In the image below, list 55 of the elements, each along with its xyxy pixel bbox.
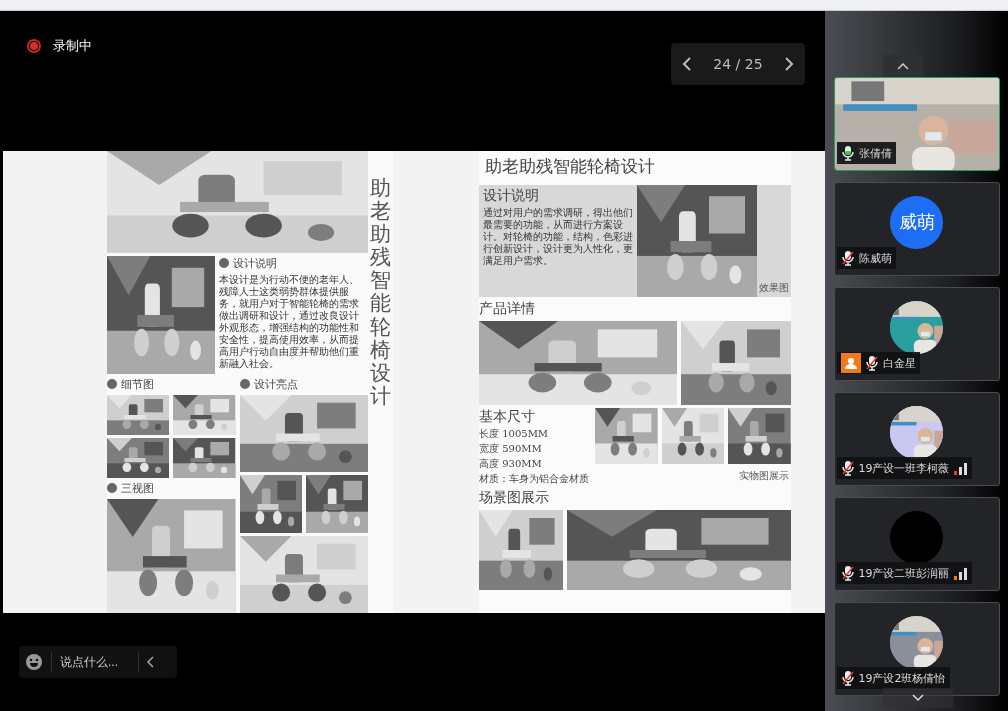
participant-name: 白金星 [882, 355, 916, 371]
participant-name: 陈威萌 [858, 250, 892, 266]
muted-mic-icon [840, 565, 855, 581]
page-indicator: 24 / 25 [713, 56, 763, 72]
recording-status: 录制中 [53, 37, 92, 55]
participant-name: 张倩倩 [858, 145, 892, 161]
previous-page-button[interactable] [681, 57, 692, 71]
image-caption: 实物图展示 [738, 469, 790, 483]
section-heading: 设计说明 [483, 187, 540, 205]
participant-name: 19产设2班杨倩怡 [858, 670, 946, 686]
muted-mic-icon [840, 460, 855, 476]
section-heading: 基本尺寸 [479, 408, 536, 426]
participant-name: 19产设一班李柯薇 [858, 460, 950, 476]
section-heading: 场景图展示 [479, 489, 550, 507]
spec-text: 材质：车身为铝合金材质 [479, 472, 590, 486]
bullet-icon [219, 258, 229, 269]
bullet-icon [239, 379, 250, 390]
muted-mic-icon [840, 670, 855, 686]
scroll-down-button[interactable] [883, 688, 953, 708]
mic-icon [840, 145, 855, 161]
spec-text: 长度 1005MM [479, 427, 550, 441]
spec-text: 高度 930MM [479, 457, 543, 471]
description-text: 通过对用户的需求调研，得出他们最需要的功能，从而进行方案设计。对轮椅的功能，结构，色彩进行创新设计，设计更为人性化，更满足用户需求。 [483, 207, 633, 267]
chevron-up-icon [897, 62, 909, 70]
participant-tile[interactable]: 威萌 陈威萌 [833, 182, 1000, 276]
section-heading: 三视图 [121, 480, 154, 496]
initials-avatar: 威萌 [890, 195, 943, 249]
collapse-button[interactable] [147, 656, 155, 668]
section-heading: 设计亮点 [253, 376, 298, 392]
participant-tile[interactable]: 白金星 [833, 287, 1000, 381]
avatar [890, 510, 943, 564]
signal-icon [953, 566, 968, 580]
spec-text: 宽度 590MM [479, 442, 543, 456]
section-heading: 细节图 [121, 376, 154, 392]
chevron-down-icon [912, 694, 924, 702]
participant-tile[interactable]: 19产设一班李柯薇 [833, 392, 1000, 486]
description-text: 本设计是为行动不便的老年人、残障人士这类弱势群体提供服务，就用户对于智能轮椅的需求做出调研和设计，通过改良设计外观形态，增强结构的功能性和安全性，提高使用效率，从而提高用户行动自由度并帮助他们重新融入社会。 [219, 273, 360, 370]
scroll-up-button[interactable] [883, 55, 923, 77]
emoji-icon[interactable] [25, 653, 43, 671]
muted-mic-icon [840, 250, 855, 266]
bullet-icon [107, 483, 117, 494]
chat-input[interactable]: 说点什么... [60, 655, 130, 669]
section-heading: 设计说明 [233, 255, 277, 271]
bullet-icon [107, 379, 117, 390]
participant-name: 19产设二班彭润丽 [858, 565, 950, 581]
next-page-button[interactable] [784, 57, 795, 71]
section-heading: 产品详情 [479, 300, 536, 318]
participant-tile[interactable]: 19产设2班杨倩怡 [833, 602, 1000, 696]
image-caption: 效果图 [758, 281, 790, 295]
participant-tile[interactable]: 张倩倩 [833, 77, 1000, 171]
signal-icon [953, 461, 968, 475]
participant-tile[interactable]: 19产设二班彭润丽 [833, 497, 1000, 591]
muted-mic-icon [864, 355, 879, 371]
poster-title: 助老助残智能轮椅设计 [484, 155, 656, 178]
poster-title: 助老助残智能轮椅设计 [369, 175, 392, 410]
